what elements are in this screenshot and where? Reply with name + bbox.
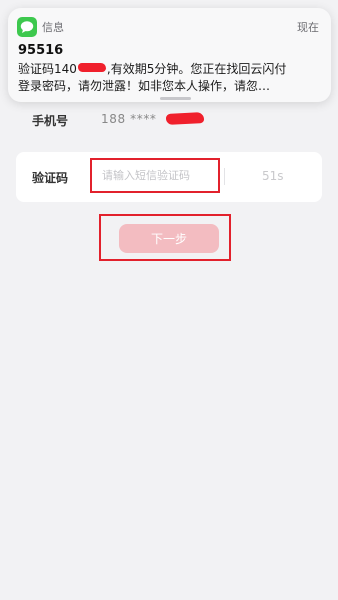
next-step-button[interactable]: 下一步 (119, 224, 219, 253)
verification-code-label: 验证码 (32, 171, 69, 185)
phone-redaction-mark (165, 112, 205, 125)
divider (224, 168, 225, 185)
message-line-1-prefix: 验证码140 (18, 62, 77, 76)
message-line-1-suffix: ,有效期5分钟。您正在找回云闪付 (106, 62, 287, 76)
notification-grabber[interactable] (160, 97, 191, 100)
resend-countdown: 51s (262, 169, 284, 183)
messages-icon (17, 17, 37, 37)
code-redaction-mark (77, 63, 106, 72)
sms-code-input[interactable] (90, 158, 220, 193)
phone-row: 手机号 188 **** (0, 100, 338, 144)
phone-label: 手机号 (32, 114, 69, 128)
notification-message: 验证码140 ,有效期5分钟。您正在找回云闪付 登录密码，请勿泄露！如非您本人操作… (18, 61, 328, 95)
message-line-1: 验证码140 ,有效期5分钟。您正在找回云闪付 (18, 61, 328, 78)
notification-time: 现在 (297, 21, 319, 34)
phone-number: 188 **** (101, 112, 157, 126)
next-button-highlight: 下一步 (99, 214, 231, 261)
verification-code-card: 验证码 51s (16, 152, 322, 202)
notification-app-name: 信息 (42, 21, 64, 34)
sms-notification[interactable]: 信息 现在 95516 验证码140 ,有效期5分钟。您正在找回云闪付 登录密码，… (8, 8, 331, 102)
notification-sender: 95516 (18, 43, 64, 58)
message-line-2: 登录密码，请勿泄露！如非您本人操作，请忽… (18, 79, 271, 93)
